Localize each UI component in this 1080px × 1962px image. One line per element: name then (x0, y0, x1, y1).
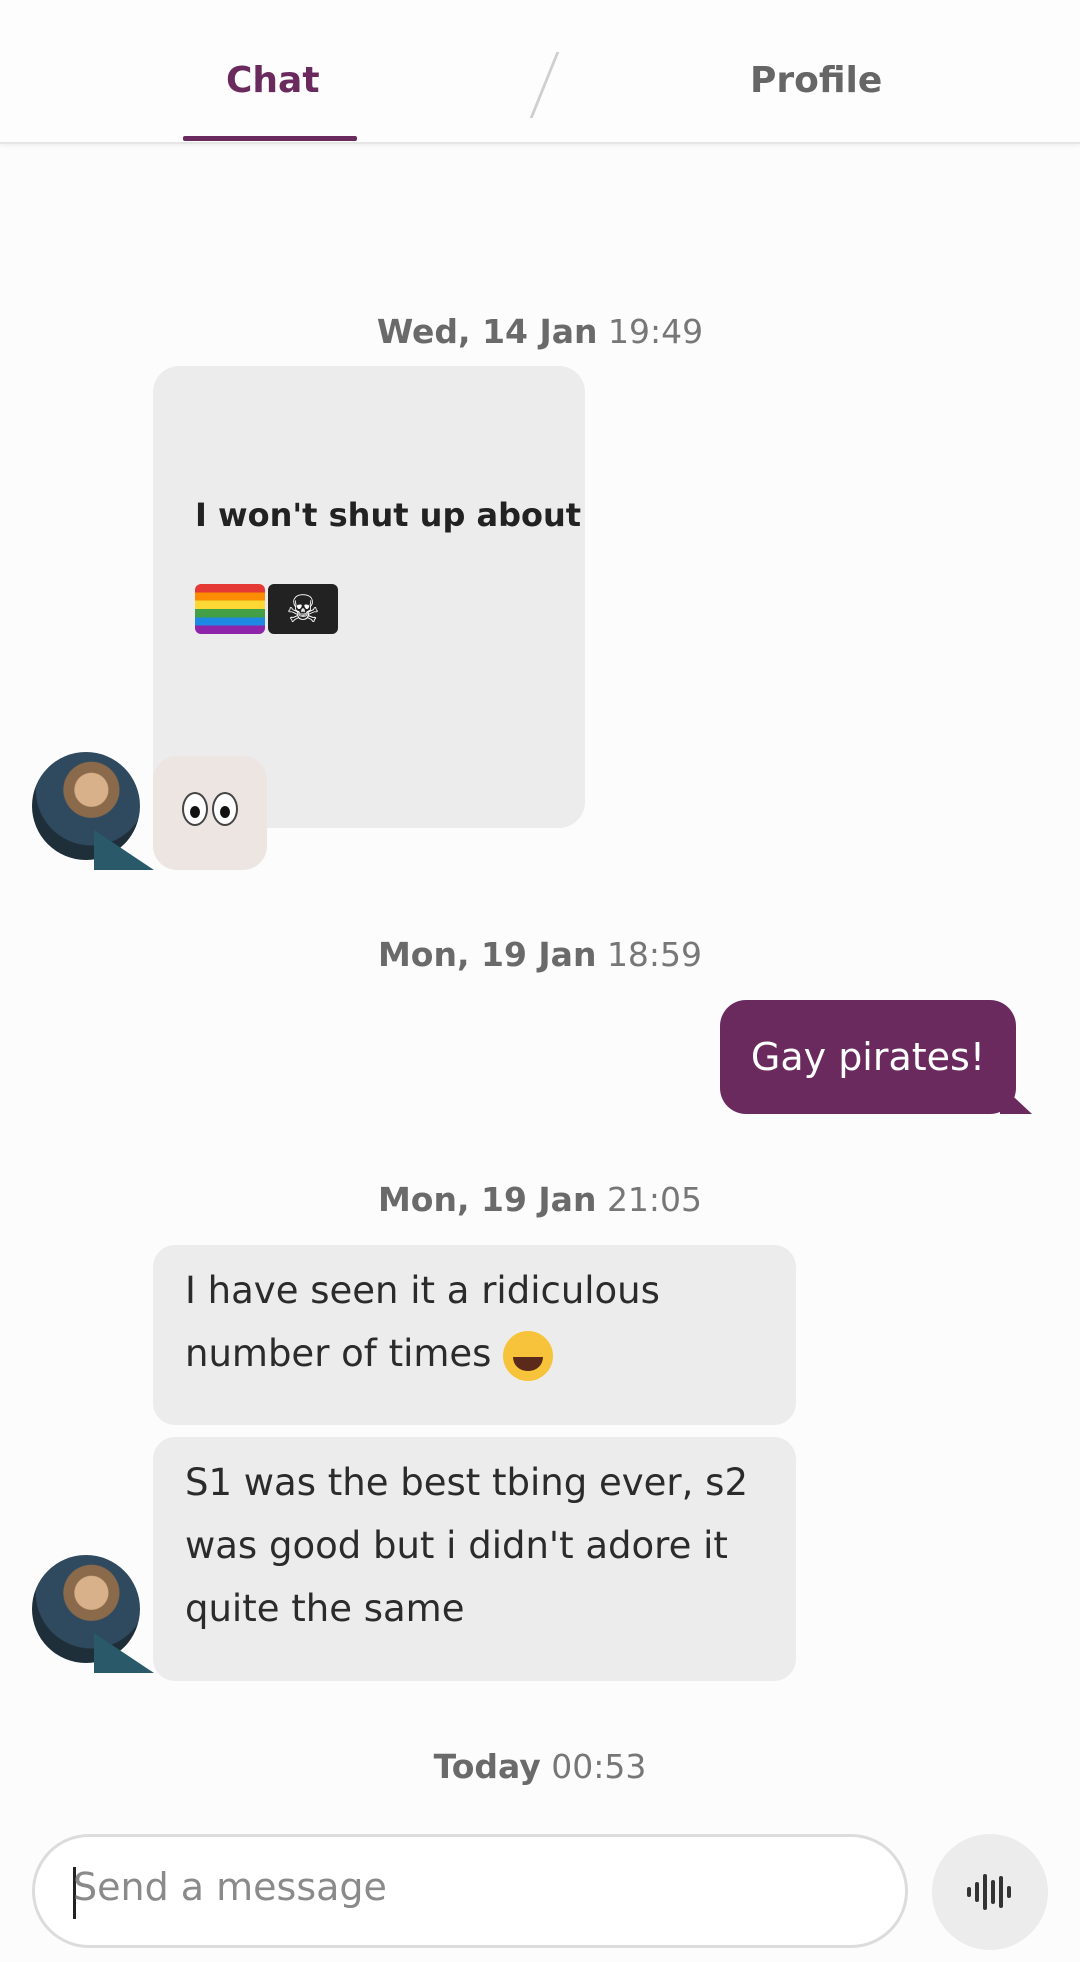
message-placeholder: Send a message (73, 1865, 387, 1909)
timestamp-day: Mon, 19 Jan (377, 935, 597, 974)
incoming-message[interactable]: I have seen it a ridiculous number of ti… (153, 1245, 796, 1425)
message-input[interactable]: Send a message (32, 1834, 908, 1948)
tab-divider (529, 52, 560, 118)
rainbow-flag-icon (195, 583, 265, 634)
timestamp-day: Mon, 19 Jan (377, 1180, 597, 1219)
outgoing-message[interactable]: Gay pirates! (720, 1000, 1016, 1114)
avatar[interactable] (32, 752, 140, 860)
prompt-emoji: ☠ (195, 576, 341, 634)
timestamp: Wed, 14 Jan 19:49 (0, 312, 1080, 351)
eyes-reaction[interactable] (153, 756, 267, 870)
bubble-tail (1000, 1084, 1032, 1114)
eyes-emoji-icon (180, 791, 240, 835)
message-text: I have seen it a ridiculous number of ti… (185, 1269, 660, 1375)
audio-waveform-icon (967, 1874, 1011, 1910)
timestamp-day: Wed, 14 Jan (376, 312, 598, 351)
message-text: S1 was the best tbing ever, s2 was good … (185, 1461, 748, 1630)
active-tab-indicator (183, 136, 357, 141)
tab-chat[interactable]: Chat (226, 60, 320, 101)
tears-of-joy-emoji-icon (503, 1330, 554, 1381)
timestamp: Today 00:53 (0, 1747, 1080, 1786)
pirate-flag-icon: ☠ (268, 583, 338, 634)
timestamp-time: 00:53 (551, 1747, 647, 1786)
timestamp: Mon, 19 Jan 21:05 (0, 1180, 1080, 1219)
timestamp-time: 21:05 (606, 1180, 703, 1219)
timestamp-day: Today (433, 1747, 541, 1786)
timestamp-time: 19:49 (608, 312, 704, 351)
tab-profile[interactable]: Profile (750, 60, 882, 101)
voice-message-button[interactable] (932, 1834, 1048, 1950)
avatar[interactable] (32, 1555, 140, 1663)
incoming-message[interactable]: S1 was the best tbing ever, s2 was good … (153, 1437, 796, 1681)
prompt-text: I won't shut up about (195, 496, 582, 534)
timestamp: Mon, 19 Jan 18:59 (0, 935, 1080, 974)
timestamp-time: 18:59 (606, 935, 703, 974)
top-tab-bar: Chat Profile (0, 0, 1080, 144)
